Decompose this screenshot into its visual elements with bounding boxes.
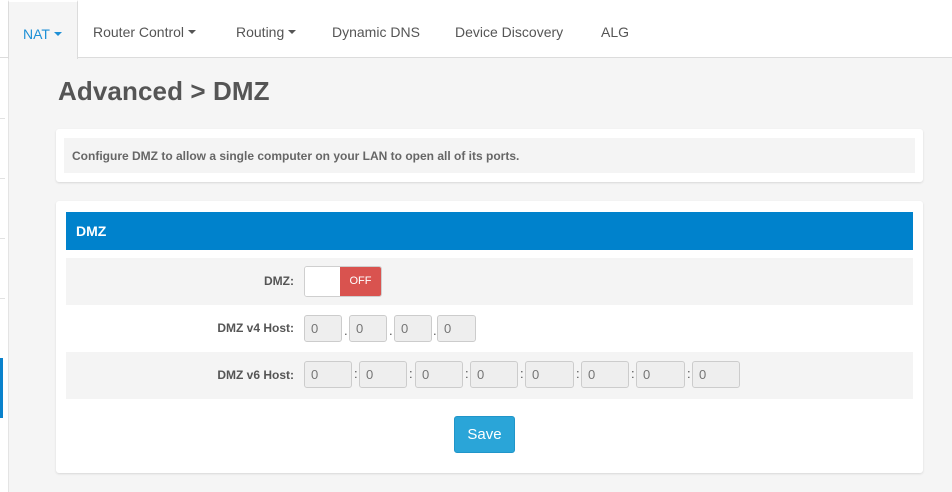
tab-device-discovery-label: Device Discovery [455, 24, 564, 40]
v4-octet-2-input[interactable] [349, 315, 387, 342]
sidebar-divider [0, 178, 5, 179]
v6-group-1-input[interactable] [304, 361, 352, 388]
v6-separator: : [520, 366, 524, 381]
v6-group-5-input[interactable] [525, 361, 574, 388]
toggle-knob [305, 267, 340, 296]
v6-separator: : [687, 366, 691, 381]
v6-separator: : [354, 366, 358, 381]
chevron-down-icon [188, 30, 197, 35]
dmz-v4-host-label: DMZ v4 Host: [217, 321, 294, 335]
dmz-v4-row: DMZ v4 Host: . . . [66, 305, 913, 352]
sidebar-divider [0, 238, 5, 239]
v6-separator: : [465, 366, 469, 381]
dmz-v6-host-label: DMZ v6 Host: [217, 368, 294, 382]
dmz-toggle-row: DMZ: OFF [66, 258, 913, 305]
save-button[interactable]: Save [454, 416, 515, 453]
chevron-down-icon [288, 30, 297, 35]
v4-separator: . [344, 323, 348, 338]
v4-octet-4-input[interactable] [437, 315, 476, 342]
sidebar-divider [0, 118, 5, 119]
page-title: Advanced > DMZ [58, 76, 270, 106]
dmz-label: DMZ: [264, 274, 294, 288]
v6-group-4-input[interactable] [470, 361, 518, 388]
v6-group-7-input[interactable] [636, 361, 685, 388]
v4-octet-1-input[interactable] [304, 315, 342, 342]
dmz-panel: DMZ DMZ: OFF DMZ v4 Host: . . . DMZ v6 H… [56, 201, 923, 473]
description-text: Configure DMZ to allow a single computer… [64, 138, 915, 173]
dmz-v6-row: DMZ v6 Host: : : : : : : : [66, 352, 913, 399]
v4-separator: . [389, 323, 393, 338]
v6-group-2-input[interactable] [359, 361, 407, 388]
v6-group-8-input[interactable] [692, 361, 740, 388]
v6-group-6-input[interactable] [581, 361, 629, 388]
sidebar-active-indicator [0, 358, 3, 418]
v6-separator: : [576, 366, 580, 381]
v6-group-3-input[interactable] [415, 361, 463, 388]
tab-alg[interactable]: ALG [601, 0, 629, 58]
tab-nat[interactable]: NAT [8, 0, 78, 59]
tab-device-discovery[interactable]: Device Discovery [455, 0, 563, 58]
sidebar-divider [0, 298, 5, 299]
tab-alg-label: ALG [601, 24, 630, 40]
chevron-down-icon [53, 32, 62, 37]
panel-header: DMZ [66, 212, 913, 250]
tab-dynamic-dns[interactable]: Dynamic DNS [332, 0, 420, 58]
tab-dynamic-dns-label: Dynamic DNS [332, 24, 420, 40]
toggle-off-label: OFF [340, 267, 381, 296]
tab-router-control[interactable]: Router Control [93, 0, 197, 58]
description-panel: Configure DMZ to allow a single computer… [56, 129, 923, 182]
v6-separator: : [631, 366, 635, 381]
tab-routing[interactable]: Routing [236, 0, 297, 58]
v4-octet-3-input[interactable] [394, 315, 432, 342]
v6-separator: : [409, 366, 413, 381]
left-sidebar [0, 0, 9, 492]
tab-nat-label: NAT [23, 26, 50, 42]
tab-router-control-label: Router Control [93, 24, 185, 40]
tab-routing-label: Routing [236, 24, 285, 40]
top-tab-bar: NAT Router Control Routing Dynamic DNS D… [0, 0, 952, 59]
dmz-toggle-switch[interactable]: OFF [304, 266, 382, 297]
